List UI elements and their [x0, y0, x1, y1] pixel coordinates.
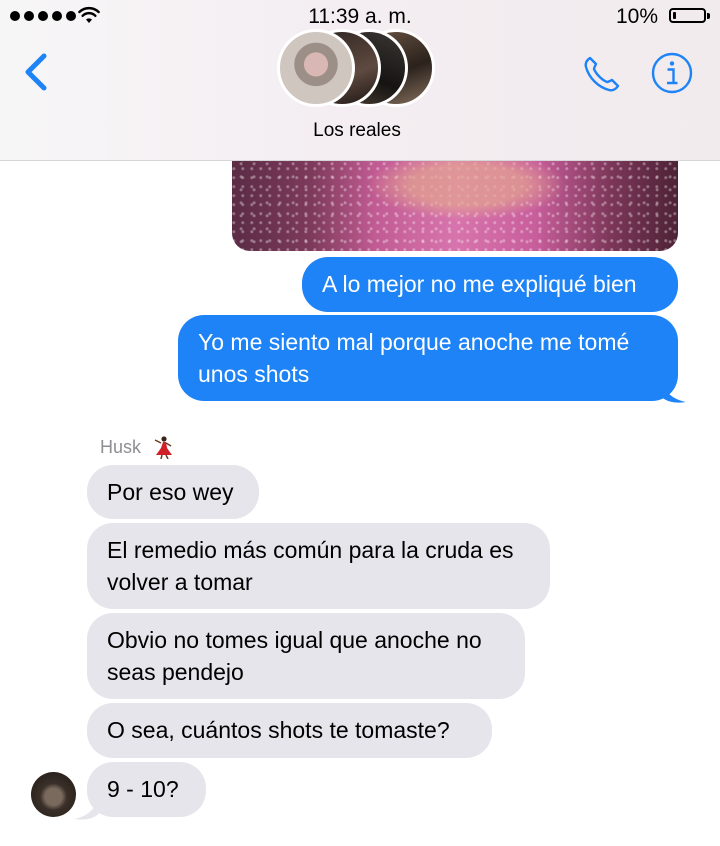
status-bar: 11:39 a. m. 10%	[0, 0, 720, 32]
outgoing-message[interactable]: Yo me siento mal porque anoche me tomé u…	[178, 315, 678, 401]
dancer-emoji-icon	[154, 436, 172, 459]
incoming-message[interactable]: El remedio más común para la cruda es vo…	[87, 523, 550, 609]
battery-icon	[669, 8, 710, 23]
incoming-bubble-tail	[74, 792, 100, 820]
outgoing-bubble-tail	[660, 375, 686, 403]
incoming-message[interactable]: Obvio no tomes igual que anoche no seas …	[87, 613, 525, 699]
battery-level-fill	[673, 12, 676, 19]
info-icon[interactable]	[651, 52, 693, 94]
member-avatar-1	[277, 29, 355, 107]
group-avatars[interactable]	[277, 29, 442, 107]
group-name[interactable]: Los reales	[0, 120, 714, 142]
conversation-header: 11:39 a. m. 10% Los reales	[0, 0, 720, 161]
battery-percentage: 10%	[615, 5, 658, 28]
back-chevron-icon[interactable]	[18, 50, 54, 94]
sender-name: Husk	[100, 437, 142, 457]
status-time: 11:39 a. m.	[308, 5, 412, 28]
phone-icon[interactable]	[580, 52, 624, 96]
incoming-message[interactable]: Por eso wey	[87, 465, 259, 519]
incoming-message[interactable]: O sea, cuántos shots te tomaste?	[87, 703, 492, 758]
sender-avatar[interactable]	[31, 772, 76, 817]
outgoing-message[interactable]: A lo mejor no me expliqué bien	[302, 257, 678, 312]
incoming-message[interactable]: 9 - 10?	[87, 762, 206, 817]
